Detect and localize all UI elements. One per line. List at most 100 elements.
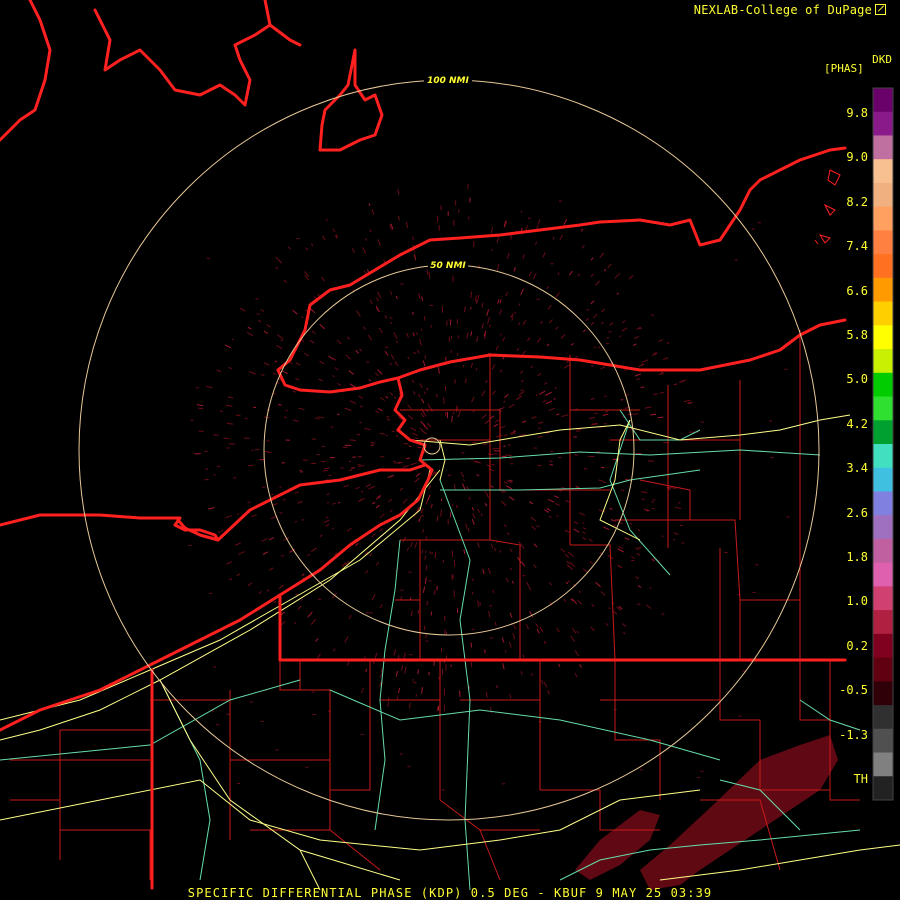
range-ring-label-50: 50 NMI: [430, 261, 466, 271]
echo-speckle: [226, 422, 234, 425]
echo-speckle: [502, 783, 505, 785]
nexlab-credit[interactable]: NEXLAB-College of DuPage: [694, 3, 886, 17]
echo-speckle: [510, 463, 514, 465]
external-link-icon[interactable]: [875, 4, 886, 15]
echo-speckle: [395, 435, 399, 437]
color-swatch: [873, 515, 893, 540]
echo-speckle: [651, 507, 655, 510]
color-scale-tick: 2.6: [846, 505, 868, 520]
echo-speckle: [451, 415, 453, 422]
echo-speckle: [510, 316, 514, 318]
echo-speckle: [279, 512, 283, 514]
echo-speckle: [391, 430, 395, 432]
echo-speckle: [620, 399, 624, 401]
echo-speckle: [209, 592, 213, 594]
echo-speckle: [652, 499, 656, 501]
color-swatch: [873, 135, 893, 160]
echo-speckle: [786, 516, 790, 518]
echo-speckle: [406, 457, 410, 460]
echo-speckle: [550, 263, 554, 265]
echo-speckle: [322, 469, 328, 472]
echo-speckle: [520, 210, 523, 213]
color-scale-tick: -1.3: [839, 727, 868, 742]
echo-speckle: [400, 589, 404, 591]
echo-speckle: [220, 529, 224, 532]
echo-speckle: [496, 685, 498, 688]
echo-speckle: [757, 222, 761, 224]
color-scale-tick: 0.2: [846, 638, 868, 653]
echo-speckle: [349, 439, 357, 441]
echo-speckle: [385, 434, 389, 437]
echo-speckle: [471, 629, 475, 631]
color-swatch: [873, 633, 893, 659]
color-swatch: [873, 159, 893, 184]
echo-speckle: [441, 789, 445, 791]
echo-speckle: [639, 769, 643, 771]
echo-speckle: [483, 443, 488, 445]
echo-speckle: [476, 299, 478, 304]
echo-speckle: [489, 637, 493, 639]
color-swatch: [873, 538, 893, 564]
color-swatch: [873, 728, 893, 754]
echo-speckle: [280, 555, 284, 557]
echo-speckle: [256, 313, 260, 315]
echo-speckle: [321, 445, 325, 447]
color-swatch: [873, 776, 893, 801]
echo-speckle: [204, 450, 208, 452]
echo-speckle: [351, 467, 355, 469]
echo-speckle: [513, 430, 517, 432]
echo-speckle: [318, 598, 322, 600]
echo-speckle: [260, 720, 264, 722]
echo-speckle: [219, 410, 223, 412]
echo-speckle: [576, 430, 580, 432]
echo-speckle: [229, 578, 232, 580]
echo-speckle: [661, 535, 664, 537]
echo-speckle: [479, 602, 481, 606]
echo-speckle: [213, 666, 217, 668]
echo-speckle: [770, 457, 774, 459]
color-scale-tick: -0.5: [839, 683, 868, 698]
color-scale-tick: 5.8: [846, 328, 868, 342]
unit-label: [PHAS]: [824, 62, 864, 75]
echo-speckle: [661, 613, 665, 615]
echo-speckle: [385, 346, 389, 348]
echo-speckle: [688, 431, 692, 433]
echo-speckle: [472, 241, 475, 247]
echo-speckle: [504, 454, 512, 457]
radar-map: 100 NMI 50 NMI: [0, 0, 900, 900]
color-swatch: [873, 610, 893, 635]
echo-speckle: [591, 365, 594, 367]
echo-speckle: [448, 474, 452, 476]
color-swatch: [873, 301, 893, 326]
echo-speckle: [408, 571, 412, 573]
echo-speckle: [606, 337, 610, 339]
echo-speckle: [204, 478, 209, 481]
echo-speckle: [536, 298, 540, 300]
echo-speckle: [504, 649, 507, 653]
echo-speckle: [305, 766, 309, 768]
echo-speckle: [472, 591, 474, 595]
echo-speckle: [651, 314, 654, 316]
color-swatch: [873, 467, 893, 492]
echo-speckle: [247, 501, 251, 503]
credit-text[interactable]: NEXLAB-College of DuPage: [694, 3, 872, 17]
echo-speckle: [356, 433, 360, 436]
color-scale-tick: 3.4: [846, 461, 868, 476]
echo-speckle: [421, 515, 425, 517]
echo-speckle: [472, 578, 474, 582]
echo-speckle: [413, 682, 417, 684]
echo-speckle: [236, 513, 240, 515]
echo-speckle: [681, 542, 685, 544]
echo-speckle: [249, 701, 253, 703]
echo-speckle: [195, 387, 199, 389]
echo-speckle: [253, 406, 257, 409]
echo-speckle: [393, 460, 396, 463]
echo-speckle: [769, 420, 772, 422]
echo-speckle: [734, 259, 738, 261]
echo-speckle: [697, 777, 700, 779]
echo-speckle: [301, 519, 305, 521]
color-swatch: [873, 586, 893, 611]
echo-speckle: [527, 217, 531, 219]
echo-speckle: [677, 502, 681, 504]
color-scale-tick: 8.2: [846, 194, 868, 209]
